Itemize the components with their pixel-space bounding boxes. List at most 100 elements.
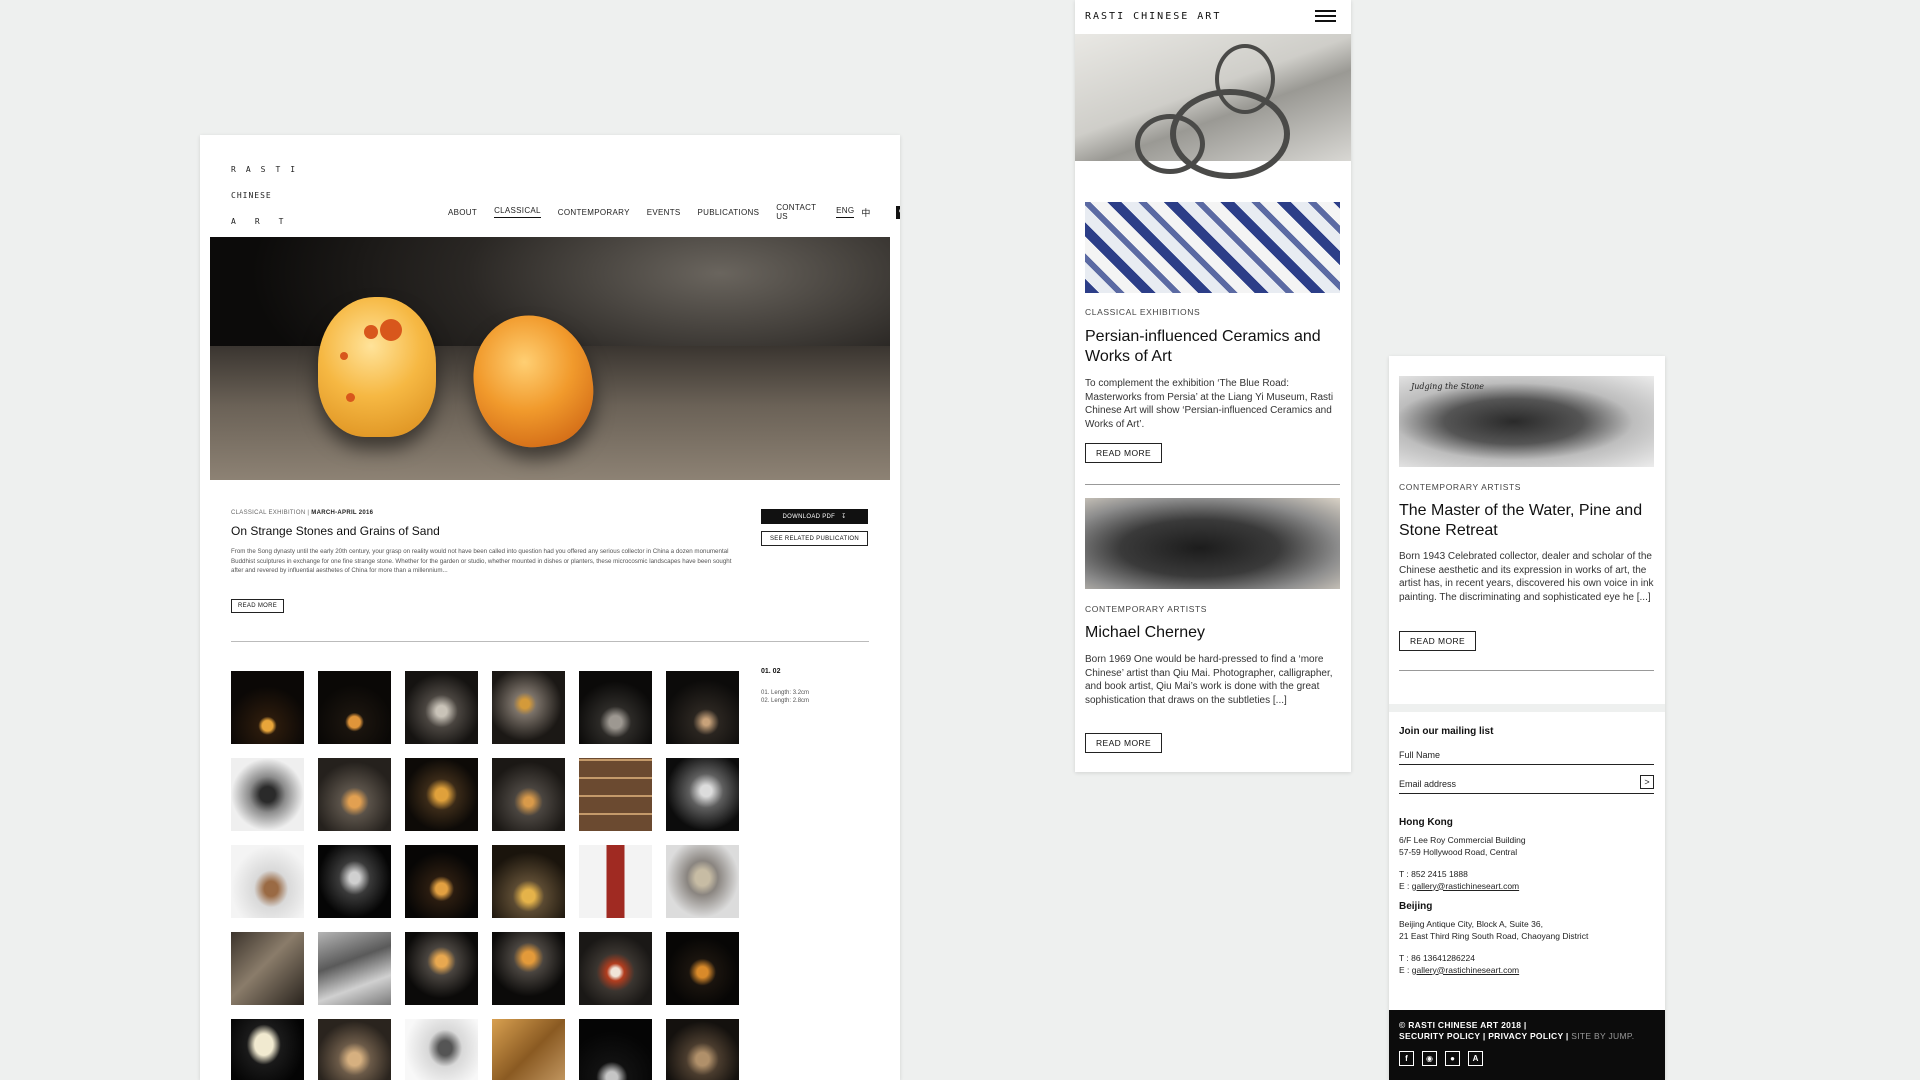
thumbnail[interactable] xyxy=(405,932,478,1005)
main-nav: ABOUT CLASSICAL CONTEMPORARY EVENTS PUBL… xyxy=(448,203,900,221)
nav-lang-chinese[interactable]: 中 xyxy=(861,206,870,219)
thumbnail[interactable] xyxy=(318,1019,391,1080)
thumbnail[interactable] xyxy=(318,671,391,744)
gallery-dimensions: 01. Length: 3.2cm 02. Length: 2.8cm xyxy=(761,689,809,705)
card-category: CONTEMPORARY ARTISTS xyxy=(1399,482,1522,492)
mobile-page-1: RASTI CHINESE ART CLASSICAL EXHIBITIONS … xyxy=(1075,0,1351,772)
nav-about[interactable]: ABOUT xyxy=(448,208,477,217)
email-input[interactable]: Email address > xyxy=(1399,775,1654,794)
nav-classical[interactable]: CLASSICAL xyxy=(494,206,541,218)
thumbnail[interactable] xyxy=(231,845,304,918)
email-prefix: E : xyxy=(1399,880,1412,891)
site-by-link[interactable]: SITE BY JUMP. xyxy=(1571,1031,1634,1041)
social-icons: f ◉ ● A xyxy=(1399,1051,1483,1066)
mobile-logo[interactable]: RASTI CHINESE ART xyxy=(1085,11,1221,22)
image-caption: Judging the Stone xyxy=(1411,382,1485,391)
read-more-button[interactable]: READ MORE xyxy=(1399,631,1477,651)
thumbnail[interactable] xyxy=(666,845,739,918)
nav-contact[interactable]: CONTACT US xyxy=(776,203,819,221)
security-policy-link[interactable]: SECURITY POLICY xyxy=(1399,1031,1480,1041)
thumbnail[interactable] xyxy=(405,1019,478,1080)
thumbnail[interactable] xyxy=(231,671,304,744)
submit-arrow-button[interactable]: > xyxy=(1640,775,1654,789)
thumbnail[interactable] xyxy=(666,671,739,744)
email-link[interactable]: gallery@rastichineseart.com xyxy=(1412,881,1519,891)
hero-image xyxy=(210,237,890,480)
article-description: From the Song dynasty until the early 20… xyxy=(231,548,732,574)
nav-lang-eng[interactable]: ENG xyxy=(836,206,855,218)
facebook-icon[interactable]: f xyxy=(1399,1051,1414,1066)
footer-copyright: © RASTI CHINESE ART 2018 | xyxy=(1399,1020,1527,1030)
thumbnail[interactable] xyxy=(492,1019,565,1080)
thumbnail[interactable] xyxy=(405,671,478,744)
site-logo[interactable]: RASTI CHINESE ART xyxy=(231,157,305,235)
contact-hong-kong: T : 852 2415 1888 E : gallery@rastichine… xyxy=(1399,869,1519,892)
address-line: 21 East Third Ring South Road, Chaoyang … xyxy=(1399,930,1589,941)
card-image-stone-painting[interactable]: Judging the Stone xyxy=(1399,376,1654,467)
artsy-icon[interactable]: A xyxy=(1468,1051,1483,1066)
thumbnail[interactable] xyxy=(492,932,565,1005)
thumbnail[interactable] xyxy=(492,758,565,831)
article-date: MARCH-APRIL 2016 xyxy=(311,510,374,516)
thumbnail[interactable] xyxy=(579,932,652,1005)
email-prefix: E : xyxy=(1399,964,1412,975)
article-category: CLASSICAL EXHIBITION | xyxy=(231,510,310,516)
card-description: Born 1943 Celebrated collector, dealer a… xyxy=(1399,551,1654,603)
card-title[interactable]: The Master of the Water, Pine and Stone … xyxy=(1399,501,1655,541)
read-more-button[interactable]: READ MORE xyxy=(1085,443,1163,463)
section-divider xyxy=(231,641,869,642)
nav-events[interactable]: EVENTS xyxy=(647,208,681,217)
thumbnail[interactable] xyxy=(405,758,478,831)
card-image-ceramics[interactable] xyxy=(1085,202,1340,293)
thumbnail[interactable] xyxy=(666,758,739,831)
card-title[interactable]: Michael Cherney xyxy=(1085,623,1341,643)
read-more-button[interactable]: READ MORE xyxy=(1085,733,1163,753)
logo-line-3: ART xyxy=(231,217,303,226)
card-title[interactable]: Persian-influenced Ceramics and Works of… xyxy=(1085,327,1341,367)
download-pdf-button[interactable]: DOWNLOAD PDF ↧ xyxy=(761,509,868,524)
thumbnail[interactable] xyxy=(666,932,739,1005)
article-title: On Strange Stones and Grains of Sand xyxy=(231,524,440,538)
nav-publications[interactable]: PUBLICATIONS xyxy=(698,208,760,217)
privacy-policy-link[interactable]: PRIVACY POLICY xyxy=(1488,1031,1563,1041)
article-meta: CLASSICAL EXHIBITION | MARCH-APRIL 2016 xyxy=(231,510,373,516)
desktop-page: RASTI CHINESE ART ABOUT CLASSICAL CONTEM… xyxy=(200,135,900,1080)
section-separator xyxy=(1389,704,1665,712)
thumbnail[interactable] xyxy=(666,1019,739,1080)
instagram-icon[interactable]: ◉ xyxy=(1422,1051,1437,1066)
see-related-publication-button[interactable]: SEE RELATED PUBLICATION xyxy=(761,531,868,546)
thumbnail[interactable] xyxy=(492,671,565,744)
read-more-button[interactable]: READ MORE xyxy=(231,599,285,613)
thumbnail[interactable] xyxy=(231,758,304,831)
thumbnail[interactable] xyxy=(231,932,304,1005)
card-divider xyxy=(1399,670,1654,671)
card-category: CLASSICAL EXHIBITIONS xyxy=(1085,307,1201,317)
thumbnail[interactable] xyxy=(579,758,652,831)
nav-contemporary[interactable]: CONTEMPORARY xyxy=(558,208,630,217)
thumbnail[interactable] xyxy=(579,671,652,744)
thumbnail[interactable] xyxy=(231,1019,304,1080)
dimension-line-1: 01. Length: 3.2cm xyxy=(761,690,810,696)
amber-stone-left xyxy=(318,297,436,437)
thumbnail[interactable] xyxy=(318,758,391,831)
thumbnail[interactable] xyxy=(492,845,565,918)
thumbnail[interactable] xyxy=(318,932,391,1005)
full-name-input[interactable]: Full Name xyxy=(1399,750,1654,765)
address-line: Beijing Antique City, Block A, Suite 36, xyxy=(1399,919,1543,929)
thumbnail[interactable] xyxy=(318,845,391,918)
thumbnail[interactable] xyxy=(579,845,652,918)
address-line: 57-59 Hollywood Road, Central xyxy=(1399,846,1518,857)
logo-line-1: RASTI xyxy=(231,165,306,174)
hamburger-menu-icon[interactable] xyxy=(1315,10,1336,25)
thumbnail[interactable] xyxy=(405,845,478,918)
wechat-icon[interactable]: ● xyxy=(1445,1051,1460,1066)
phone-number: T : 86 13641286224 xyxy=(1399,953,1475,963)
thumbnail[interactable] xyxy=(579,1019,652,1080)
download-icon: ↧ xyxy=(841,514,847,520)
logo-line-2: CHINESE xyxy=(231,191,272,200)
card-image-ink[interactable] xyxy=(1085,498,1340,589)
email-link[interactable]: gallery@rastichineseart.com xyxy=(1412,965,1519,975)
search-icon[interactable]: ⚲ xyxy=(895,205,900,219)
address-line: 6/F Lee Roy Commercial Building xyxy=(1399,835,1526,845)
mailing-list-title: Join our mailing list xyxy=(1399,726,1494,737)
